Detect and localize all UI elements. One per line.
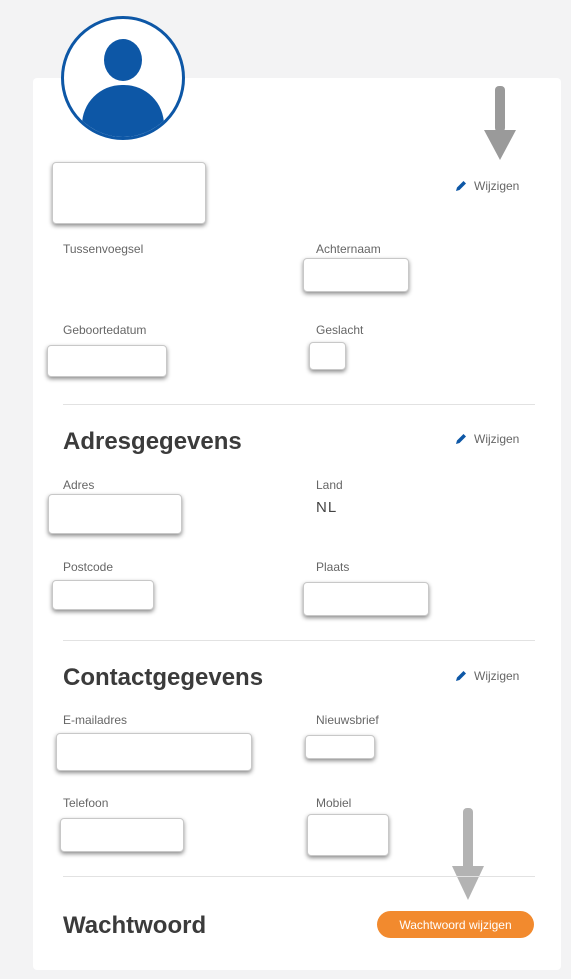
divider	[63, 404, 535, 405]
adres-label: Adres	[63, 478, 95, 492]
telefoon-label: Telefoon	[63, 796, 109, 810]
edit-label: Wijzigen	[474, 432, 520, 446]
land-value: NL	[316, 499, 338, 516]
change-password-button[interactable]: Wachtwoord wijzigen	[377, 911, 534, 938]
user-avatar-icon	[61, 16, 185, 140]
geboortedatum-label: Geboortedatum	[63, 323, 147, 337]
achternaam-redacted-value	[303, 258, 409, 292]
avatar-body	[82, 85, 164, 137]
name-redacted-field	[52, 162, 206, 224]
telefoon-redacted-value	[60, 818, 184, 852]
pencil-icon	[456, 434, 466, 444]
contact-section-title: Contactgegevens	[63, 664, 264, 691]
address-edit-link[interactable]: Wijzigen	[454, 432, 519, 446]
email-label: E-mailadres	[63, 713, 128, 727]
pencil-icon	[456, 181, 466, 191]
postcode-redacted-value	[52, 580, 154, 610]
annotation-arrow-down-icon	[484, 86, 516, 160]
achternaam-label: Achternaam	[316, 242, 381, 256]
email-redacted-value	[56, 733, 252, 771]
avatar-head	[104, 39, 142, 81]
postcode-label: Postcode	[63, 560, 114, 574]
mobiel-redacted-value	[307, 814, 389, 856]
tussenvoegsel-label: Tussenvoegsel	[63, 242, 144, 256]
geboortedatum-redacted-value	[47, 345, 167, 377]
edit-label: Wijzigen	[474, 669, 520, 683]
nieuwsbrief-label: Nieuwsbrief	[316, 713, 379, 727]
edit-label: Wijzigen	[474, 179, 520, 193]
adres-redacted-value	[48, 494, 182, 534]
geslacht-label: Geslacht	[316, 323, 364, 337]
divider	[63, 876, 535, 877]
address-section-title: Adresgegevens	[63, 428, 242, 455]
nieuwsbrief-redacted-value	[305, 735, 375, 759]
personal-edit-link[interactable]: Wijzigen	[454, 179, 519, 193]
land-label: Land	[316, 478, 343, 492]
mobiel-label: Mobiel	[316, 796, 352, 810]
plaats-label: Plaats	[316, 560, 350, 574]
pencil-icon	[456, 671, 466, 681]
password-section-title: Wachtwoord	[63, 912, 207, 939]
contact-edit-link[interactable]: Wijzigen	[454, 669, 519, 683]
geslacht-redacted-value	[309, 342, 346, 370]
plaats-redacted-value	[303, 582, 429, 616]
annotation-arrow-down-icon	[452, 808, 484, 900]
divider	[63, 640, 535, 641]
